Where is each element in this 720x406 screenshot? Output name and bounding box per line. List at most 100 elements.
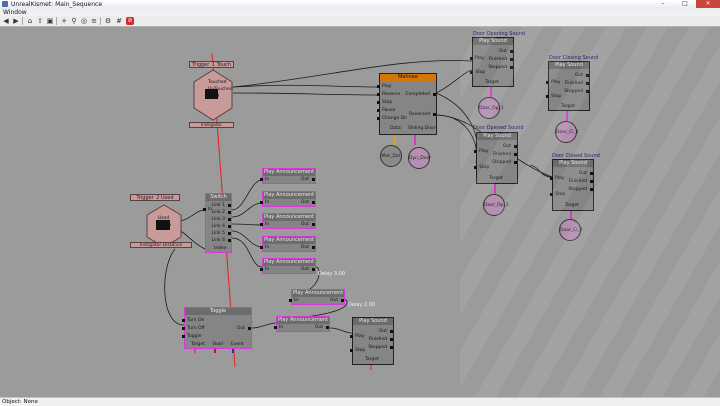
announcement-node-3[interactable]: Play Announcement In Out (259, 213, 316, 229)
announcement-3-out[interactable]: Out (301, 222, 316, 227)
open-icon[interactable]: ▣ (46, 17, 54, 25)
sound3-node[interactable]: Play Sound Play Stop Out Finished Stoppe… (473, 132, 518, 184)
announcement-6-out[interactable]: Out (330, 298, 345, 303)
announcement-2-in[interactable]: In (259, 200, 269, 205)
sound1-pin-stop[interactable]: Stop (469, 70, 485, 75)
switch-pin-link2[interactable]: Link 2 (211, 210, 231, 215)
switch-pin-link4[interactable]: Link 4 (211, 224, 231, 229)
sound1-pin-finished[interactable]: Finished (489, 57, 514, 62)
sound4-node[interactable]: Play Sound Play Stop Out Finished Stoppe… (549, 159, 594, 211)
matinee-pin-stop[interactable]: Stop (376, 100, 392, 105)
sound5-pin-stopped[interactable]: Stopped (368, 345, 393, 350)
grid-icon[interactable]: # (115, 17, 123, 25)
switch-pin-link5[interactable]: Link 5 (211, 231, 231, 236)
matinee-pin-reversed[interactable]: Reversed (409, 112, 436, 117)
toggle-node[interactable]: Toggle Turn On Turn Off Toggle Out Targe… (181, 307, 252, 349)
announcement-1-in[interactable]: In (259, 177, 269, 182)
matinee-pin-play[interactable]: Play (376, 84, 391, 89)
announcement-3-in[interactable]: In (259, 222, 269, 227)
announcement-5-in[interactable]: In (259, 267, 269, 272)
sound4-pin-stopped[interactable]: Stopped (568, 187, 593, 192)
search-icon[interactable]: ⚲ (70, 17, 78, 25)
sound5-pin-play[interactable]: Play (349, 334, 364, 339)
sound4-pin-finished[interactable]: Finished (569, 179, 594, 184)
announcement-node-4[interactable]: Play Announcement In Out (259, 236, 316, 252)
parent-icon[interactable]: ⇧ (36, 17, 44, 25)
sound3-pin-finished[interactable]: Finished (493, 152, 518, 157)
trigger1-event-label[interactable]: Trigger_1 Touch (189, 61, 234, 68)
sound2-node[interactable]: Play Sound Play Stop Out Finished Stoppe… (545, 61, 590, 111)
announcement-6-in[interactable]: In (288, 298, 298, 303)
sound5-pin-finished[interactable]: Finished (369, 337, 394, 342)
toggle-pin-turn-on[interactable]: Turn On (181, 318, 204, 323)
sound2-pin-finished[interactable]: Finished (565, 81, 590, 86)
list-icon[interactable]: ≡ (90, 17, 98, 25)
sound4-pin-out[interactable]: Out (579, 171, 594, 176)
announcement-1-out[interactable]: Out (301, 177, 316, 182)
sound1-node[interactable]: Play Sound Play Stop Out Finished Stoppe… (469, 37, 514, 87)
announcement-5-out[interactable]: Out (301, 267, 316, 272)
sound2-pin-stopped[interactable]: Stopped (564, 89, 589, 94)
zoom-in-icon[interactable]: + (60, 17, 68, 25)
matinee-pin-pause[interactable]: Pause (376, 108, 395, 113)
toggle-pin-turn-off[interactable]: Turn Off (182, 326, 205, 331)
sound1-pin-play[interactable]: Play (469, 56, 484, 61)
sound1-pin-out[interactable]: Out (499, 49, 514, 54)
sound4-pin-stop[interactable]: Stop (549, 192, 565, 197)
announcement-node-2[interactable]: Play Announcement In Out (259, 191, 316, 207)
toggle-pin-out[interactable]: Out (237, 326, 252, 331)
sound3-pin-play[interactable]: Play (473, 149, 488, 154)
matinee-pin-completed[interactable]: Completed (405, 92, 436, 97)
matinee-pin-change-dir[interactable]: Change Dir (376, 116, 407, 121)
announcement-2-out[interactable]: Out (301, 200, 316, 205)
maximize-button[interactable]: □ (674, 0, 696, 8)
announcement-node-1[interactable]: Play Announcement In Out (259, 168, 316, 184)
sound2-target-var[interactable]: Door_Cl_1 (555, 121, 579, 143)
trigger1-instigator[interactable]: Instigator (189, 122, 234, 128)
announcement-node-5[interactable]: Play Announcement In Out (259, 258, 316, 274)
announcement-4-out[interactable]: Out (301, 245, 316, 250)
announcement-node-6[interactable]: Play Announcement In Out (288, 289, 345, 305)
sound2-pin-out[interactable]: Out (575, 73, 590, 78)
close-button[interactable]: ✕ (696, 0, 720, 8)
sound1-pin-stopped[interactable]: Stopped (488, 65, 513, 70)
sound4-pin-play[interactable]: Play (549, 176, 564, 181)
delete-icon[interactable]: ⊘ (126, 17, 134, 25)
switch-pin-link6[interactable]: Link 6 (211, 238, 231, 243)
matinee-header: Matinee (380, 74, 436, 81)
sound2-pin-play[interactable]: Play (545, 80, 560, 85)
matinee-pin-reverse[interactable]: Reverse (376, 92, 400, 97)
sound5-pin-stop[interactable]: Stop (349, 348, 365, 353)
sound3-pin-stop[interactable]: Stop (473, 165, 489, 170)
minimize-button[interactable]: – (652, 0, 674, 8)
find-icon[interactable]: ◎ (80, 17, 88, 25)
matinee-data-var[interactable]: Mat_Dat (380, 145, 402, 167)
trigger2-instigator[interactable]: Instigator Distance (130, 242, 192, 248)
settings-icon[interactable]: ⚙ (104, 17, 112, 25)
announcement-7-in[interactable]: In (273, 325, 283, 330)
announcement-node-7[interactable]: Play Announcement In Out (273, 316, 330, 332)
sound2-pin-stop[interactable]: Stop (545, 94, 561, 99)
forward-icon[interactable]: ▶ (12, 17, 20, 25)
sound4-target-var[interactable]: Door_Cl_2 (559, 219, 583, 241)
sound5-node[interactable]: Play Sound Play Stop Out Finished Stoppe… (349, 317, 394, 365)
switch-pin-link3[interactable]: Link 3 (211, 217, 231, 222)
trigger2-event-label[interactable]: Trigger_2 Used (130, 194, 180, 201)
switch-pin-link1[interactable]: Link 1 (211, 203, 231, 208)
kismet-canvas[interactable]: Trigger_1 Touch Touched UnTouched Used I… (0, 27, 720, 397)
sound3-pin-stopped[interactable]: Stopped (492, 160, 517, 165)
dyn-door-var[interactable]: Dyn_Door (408, 147, 431, 169)
menu-window[interactable]: Window (3, 9, 27, 16)
switch-node[interactable]: Switch In Link 1 Link 2 Link 3 Link 4 Li… (202, 193, 232, 253)
matinee-node[interactable]: Matinee Play Reverse Stop Pause Change D… (376, 73, 437, 135)
announcement-7-out[interactable]: Out (315, 325, 330, 330)
toggle-pin-toggle[interactable]: Toggle (181, 334, 201, 339)
toolbar-separator (22, 17, 23, 25)
announcement-4-in[interactable]: In (259, 245, 269, 250)
back-icon[interactable]: ◀ (2, 17, 10, 25)
sound3-pin-out[interactable]: Out (503, 144, 518, 149)
home-icon[interactable]: ⌂ (26, 17, 34, 25)
sound1-target-var[interactable]: Door_Op_1 (478, 97, 504, 119)
sound5-pin-out[interactable]: Out (379, 329, 394, 334)
sound3-target-var[interactable]: Door_Op_2 (483, 194, 509, 216)
